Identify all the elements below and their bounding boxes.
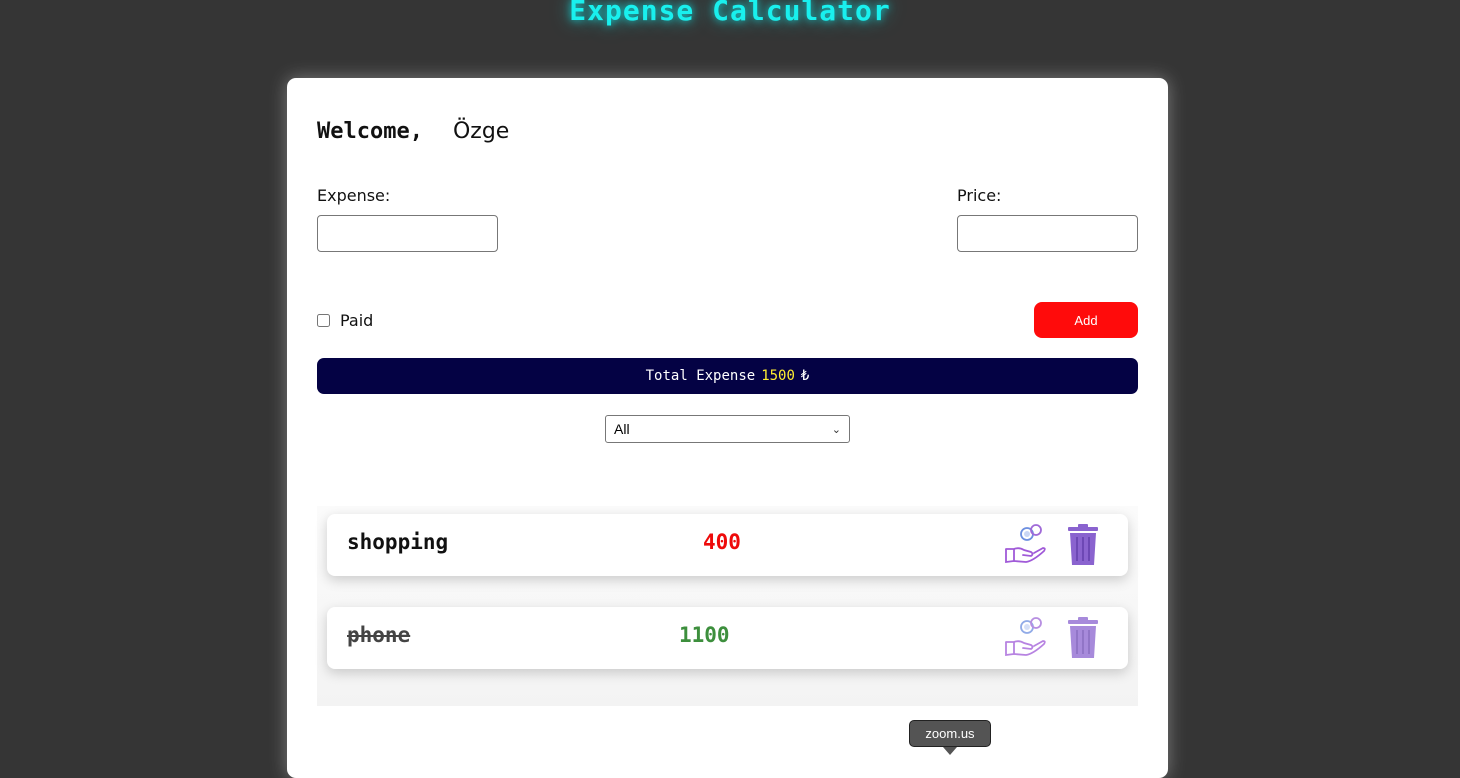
expense-price: 1100 — [679, 623, 730, 647]
filter-select[interactable]: All ⌄ — [605, 415, 850, 443]
expense-card: Welcome, Özge Expense: Price: Paid Add To… — [287, 78, 1168, 778]
pay-hand-icon[interactable] — [1003, 615, 1047, 659]
pay-hand-icon[interactable] — [1003, 522, 1047, 566]
app-title: Expense Calculator — [569, 0, 891, 27]
tooltip-arrow — [943, 747, 957, 755]
currency-symbol: ₺ — [800, 368, 810, 384]
list-item: phone 1100 — [327, 607, 1128, 669]
trash-icon[interactable] — [1067, 524, 1099, 566]
filter-selected: All — [614, 421, 630, 437]
total-amount: 1500 — [761, 368, 795, 384]
expense-label: Expense: — [317, 186, 391, 205]
expense-input[interactable] — [317, 215, 498, 252]
chevron-down-icon: ⌄ — [831, 423, 841, 436]
price-label: Price: — [957, 186, 1002, 205]
expense-name: shopping — [347, 530, 449, 554]
zoom-tooltip: zoom.us — [909, 720, 991, 747]
user-name: Özge — [452, 119, 510, 144]
expense-price: 400 — [703, 530, 741, 554]
price-input[interactable] — [957, 215, 1138, 252]
add-button[interactable]: Add — [1034, 302, 1138, 338]
paid-label: Paid — [340, 311, 374, 330]
total-expense-bar: Total Expense 1500 ₺ — [317, 358, 1138, 394]
welcome-heading: Welcome, Özge — [317, 118, 509, 144]
total-label: Total Expense — [645, 368, 756, 384]
expense-name: phone — [347, 623, 411, 647]
paid-toggle[interactable]: Paid — [317, 311, 373, 330]
welcome-label: Welcome, — [317, 119, 423, 144]
paid-checkbox[interactable] — [317, 314, 330, 327]
trash-icon[interactable] — [1067, 617, 1099, 659]
list-item: shopping 400 — [327, 514, 1128, 576]
expense-list: shopping 400 phone 1100 — [317, 506, 1138, 706]
